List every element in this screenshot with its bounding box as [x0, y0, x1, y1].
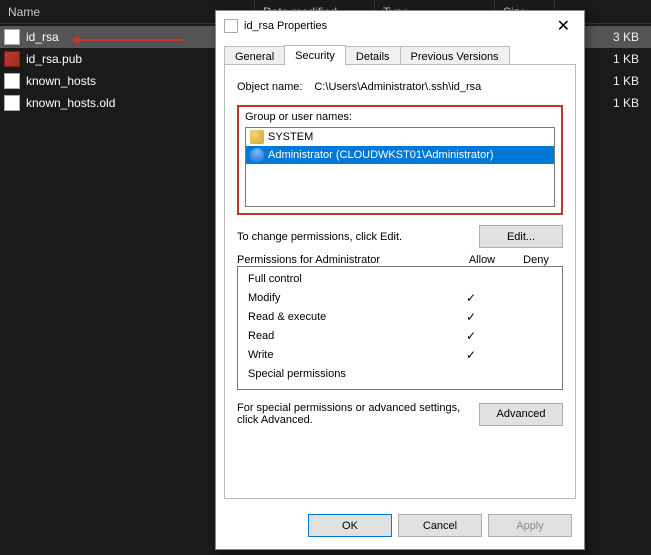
tab-details[interactable]: Details [345, 46, 401, 66]
annotation-arrow [74, 39, 184, 41]
tab-general[interactable]: General [224, 46, 285, 66]
allow-check: ✓ [444, 348, 498, 362]
permission-name: Read [248, 330, 444, 342]
permission-name: Special permissions [248, 368, 444, 380]
permission-row: Read✓ [238, 326, 562, 345]
close-icon[interactable]: ✕ [551, 14, 576, 38]
titlebar[interactable]: id_rsa Properties ✕ [216, 11, 584, 41]
permission-row: Special permissions [238, 364, 562, 383]
file-size: 1 KB [595, 96, 645, 110]
change-hint: To change permissions, click Edit. [237, 231, 402, 243]
permission-row: Read & execute✓ [238, 307, 562, 326]
advanced-button[interactable]: Advanced [479, 403, 563, 426]
allow-check: ✓ [444, 310, 498, 324]
permission-name: Write [248, 349, 444, 361]
user-row[interactable]: SYSTEM [246, 128, 554, 146]
permission-name: Read & execute [248, 311, 444, 323]
permissions-list: Full controlModify✓Read & execute✓Read✓W… [237, 266, 563, 390]
permission-row: Write✓ [238, 345, 562, 364]
person-icon [250, 148, 264, 162]
object-name-value: C:\Users\Administrator\.ssh\id_rsa [314, 81, 481, 93]
permission-name: Full control [248, 273, 444, 285]
properties-dialog: id_rsa Properties ✕ General Security Det… [215, 10, 585, 550]
security-panel: Object name: C:\Users\Administrator\.ssh… [224, 64, 576, 499]
ok-button[interactable]: OK [308, 514, 392, 537]
permissions-header: Permissions for Administrator [237, 254, 455, 266]
file-icon [4, 73, 20, 89]
user-name: Administrator (CLOUDWKST01\Administrator… [268, 149, 494, 161]
tab-strip: General Security Details Previous Versio… [216, 41, 584, 65]
file-icon [4, 51, 20, 67]
apply-button[interactable]: Apply [488, 514, 572, 537]
edit-button[interactable]: Edit... [479, 225, 563, 248]
permission-name: Modify [248, 292, 444, 304]
file-size: 1 KB [595, 74, 645, 88]
file-size: 3 KB [595, 30, 645, 44]
file-icon [4, 95, 20, 111]
deny-header: Deny [509, 254, 563, 266]
groups-label: Group or user names: [245, 111, 555, 123]
allow-header: Allow [455, 254, 509, 266]
tab-previous-versions[interactable]: Previous Versions [400, 46, 510, 66]
user-list[interactable]: SYSTEM Administrator (CLOUDWKST01\Adminis… [245, 127, 555, 207]
dialog-buttons: OK Cancel Apply [308, 514, 572, 537]
user-name: SYSTEM [268, 131, 313, 143]
file-icon [4, 29, 20, 45]
permission-row: Modify✓ [238, 288, 562, 307]
group-icon [250, 130, 264, 144]
tab-security[interactable]: Security [284, 45, 346, 66]
dialog-title: id_rsa Properties [244, 20, 327, 32]
advanced-hint: For special permissions or advanced sett… [237, 402, 469, 426]
user-row[interactable]: Administrator (CLOUDWKST01\Administrator… [246, 146, 554, 164]
allow-check: ✓ [444, 329, 498, 343]
file-size: 1 KB [595, 52, 645, 66]
highlight-box: Group or user names: SYSTEM Administrator… [237, 105, 563, 215]
object-name-label: Object name: [237, 81, 302, 93]
cancel-button[interactable]: Cancel [398, 514, 482, 537]
file-icon [224, 19, 238, 33]
allow-check: ✓ [444, 291, 498, 305]
permission-row: Full control [238, 269, 562, 288]
